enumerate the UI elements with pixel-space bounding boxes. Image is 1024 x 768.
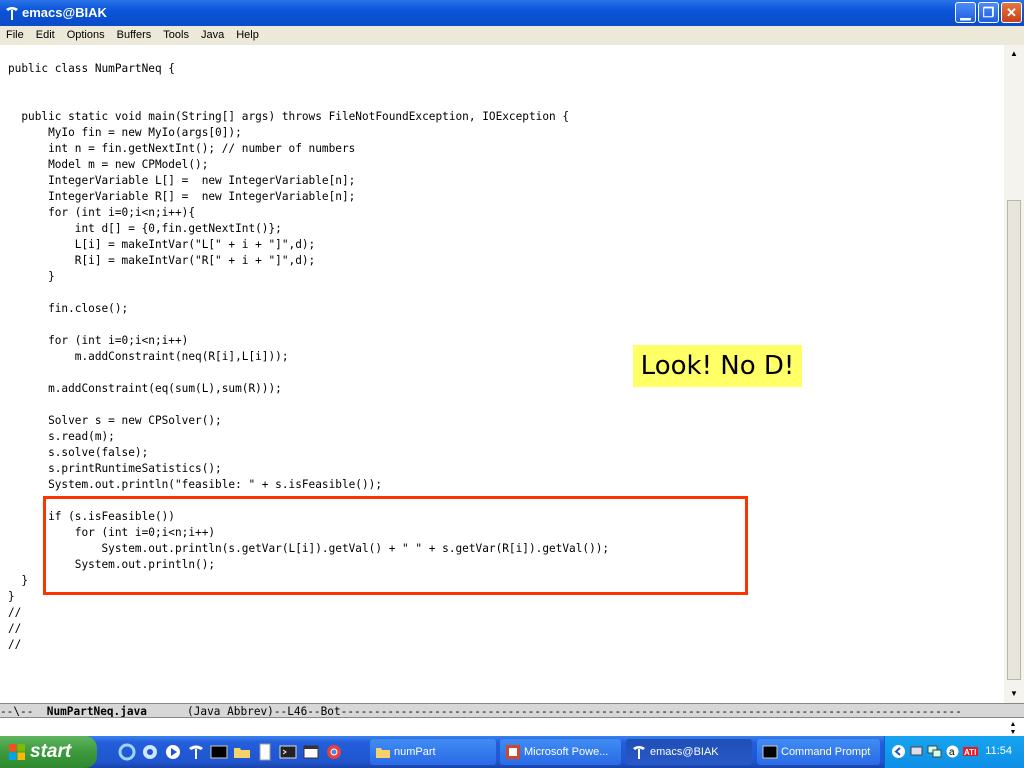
command-prompt-icon bbox=[762, 745, 778, 759]
code-line[interactable]: public static void main(String[] args) t… bbox=[8, 109, 609, 125]
minibuffer[interactable]: ▲ ▼ bbox=[0, 718, 1024, 736]
highlight-box bbox=[43, 496, 748, 595]
modeline-prefix: --\-- bbox=[0, 705, 47, 718]
ati-icon[interactable]: ATI bbox=[963, 744, 978, 759]
task-numpart[interactable]: numPart bbox=[370, 739, 496, 765]
terminal-icon[interactable] bbox=[279, 743, 297, 761]
close-button[interactable]: ✕ bbox=[1001, 2, 1022, 23]
maximize-button[interactable]: ❐ bbox=[978, 2, 999, 23]
folder-icon bbox=[376, 748, 390, 758]
mode-line: --\-- NumPartNeq.java (Java Abbrev)--L46… bbox=[0, 703, 1024, 718]
minibuffer-scroll-icon[interactable]: ▲ ▼ bbox=[1006, 720, 1020, 736]
modeline-mode: (Java Abbrev)--L46--Bot-----------------… bbox=[146, 705, 962, 718]
task-label: emacs@BIAK bbox=[650, 746, 719, 758]
code-line[interactable] bbox=[8, 93, 609, 109]
code-line[interactable] bbox=[8, 317, 609, 333]
code-line[interactable] bbox=[8, 285, 609, 301]
command-prompt-quick-icon[interactable] bbox=[210, 743, 228, 761]
task-label: numPart bbox=[394, 746, 436, 758]
code-line[interactable] bbox=[8, 365, 609, 381]
restore-icon: ❐ bbox=[982, 5, 995, 20]
window-titlebar[interactable]: emacs@BIAK ▁ ❐ ✕ bbox=[0, 0, 1024, 26]
minimize-button[interactable]: ▁ bbox=[955, 2, 976, 23]
code-line[interactable]: m.addConstraint(neq(R[i],L[i])); bbox=[8, 349, 609, 365]
start-label: start bbox=[30, 741, 72, 762]
menu-buffers[interactable]: Buffers bbox=[111, 26, 158, 41]
media-player-icon[interactable] bbox=[164, 743, 182, 761]
window-title: emacs@BIAK bbox=[22, 5, 107, 20]
task-label: Command Prompt bbox=[781, 746, 871, 758]
scroll-up-icon[interactable]: ▲ bbox=[1006, 47, 1022, 61]
callout-note: Look! No D! bbox=[633, 345, 802, 387]
code-line[interactable]: Model m = new CPModel(); bbox=[8, 157, 609, 173]
menu-edit[interactable]: Edit bbox=[30, 26, 61, 41]
task-command-prompt[interactable]: Command Prompt bbox=[757, 739, 880, 765]
code-line[interactable]: L[i] = makeIntVar("L[" + i + "]",d); bbox=[8, 237, 609, 253]
menu-tools[interactable]: Tools bbox=[157, 26, 195, 41]
task-emacs[interactable]: emacs@BIAK bbox=[626, 739, 752, 765]
powerpoint-icon bbox=[506, 745, 520, 759]
task-label: Microsoft Powe... bbox=[524, 746, 609, 758]
window-icon[interactable] bbox=[302, 743, 320, 761]
code-line[interactable]: Solver s = new CPSolver(); bbox=[8, 413, 609, 429]
code-line[interactable]: public class NumPartNeq { bbox=[8, 61, 609, 77]
svg-text:ATI: ATI bbox=[964, 748, 976, 757]
code-line[interactable]: R[i] = makeIntVar("R[" + i + "]",d); bbox=[8, 253, 609, 269]
clock[interactable]: 11:54 bbox=[985, 745, 1012, 757]
code-line[interactable]: s.solve(false); bbox=[8, 445, 609, 461]
code-line[interactable]: // bbox=[8, 605, 609, 621]
folder-icon[interactable] bbox=[233, 743, 251, 761]
code-line[interactable]: IntegerVariable L[] = new IntegerVariabl… bbox=[8, 173, 609, 189]
menu-file[interactable]: File bbox=[0, 26, 30, 41]
code-line[interactable]: m.addConstraint(eq(sum(L),sum(R))); bbox=[8, 381, 609, 397]
code-line[interactable]: for (int i=0;i<n;i++) bbox=[8, 333, 609, 349]
emacs-quicklaunch-icon[interactable] bbox=[187, 743, 205, 761]
emacs-gnu-icon bbox=[6, 7, 18, 20]
task-powerpoint[interactable]: Microsoft Powe... bbox=[500, 739, 621, 765]
code-line[interactable] bbox=[8, 397, 609, 413]
start-button[interactable]: start bbox=[0, 736, 97, 768]
minimize-icon: ▁ bbox=[960, 5, 971, 20]
code-line[interactable]: int n = fin.getNextInt(); // number of n… bbox=[8, 141, 609, 157]
browser-icon[interactable] bbox=[141, 743, 159, 761]
taskbar: start numPart Microsoft Powe... emacs@BI… bbox=[0, 736, 1024, 768]
windows-flag-icon bbox=[9, 744, 25, 760]
code-line[interactable]: MyIo fin = new MyIo(args[0]); bbox=[8, 125, 609, 141]
code-line[interactable]: // bbox=[8, 621, 609, 637]
code-line[interactable] bbox=[8, 77, 609, 93]
menu-java[interactable]: Java bbox=[195, 26, 230, 41]
system-tray: a ATI 11:54 bbox=[884, 736, 1024, 768]
code-line[interactable]: fin.close(); bbox=[8, 301, 609, 317]
svg-text:a: a bbox=[949, 747, 955, 758]
code-line[interactable]: for (int i=0;i<n;i++){ bbox=[8, 205, 609, 221]
display-icon[interactable] bbox=[927, 744, 942, 759]
document-icon[interactable] bbox=[256, 743, 274, 761]
accessibility-icon[interactable]: a bbox=[945, 744, 960, 759]
chrome-icon[interactable] bbox=[325, 743, 343, 761]
chevron-left-icon[interactable] bbox=[891, 744, 906, 759]
menu-bar: File Edit Options Buffers Tools Java Help bbox=[0, 26, 1024, 45]
code-line[interactable]: // bbox=[8, 637, 609, 653]
internet-explorer-icon[interactable] bbox=[118, 743, 136, 761]
code-line[interactable]: IntegerVariable R[] = new IntegerVariabl… bbox=[8, 189, 609, 205]
scrollbar-thumb[interactable] bbox=[1007, 200, 1021, 680]
code-line[interactable]: s.printRuntimeSatistics(); bbox=[8, 461, 609, 477]
close-icon: ✕ bbox=[1006, 5, 1017, 20]
network-icon[interactable] bbox=[909, 744, 924, 759]
code-line[interactable]: s.read(m); bbox=[8, 429, 609, 445]
emacs-gnu-icon bbox=[633, 746, 645, 759]
menu-options[interactable]: Options bbox=[61, 26, 111, 41]
scroll-down-icon[interactable]: ▼ bbox=[1006, 687, 1022, 701]
menu-help[interactable]: Help bbox=[230, 26, 265, 41]
editor-buffer[interactable]: public class NumPartNeq { public static … bbox=[0, 45, 1004, 703]
code-line[interactable]: System.out.println("feasible: " + s.isFe… bbox=[8, 477, 609, 493]
modeline-buffer-name: NumPartNeq.java bbox=[46, 705, 147, 718]
code-line[interactable]: } bbox=[8, 269, 609, 285]
code-line[interactable]: int d[] = {0,fin.getNextInt()}; bbox=[8, 221, 609, 237]
vertical-scrollbar[interactable]: ▲ ▼ bbox=[1004, 45, 1024, 703]
